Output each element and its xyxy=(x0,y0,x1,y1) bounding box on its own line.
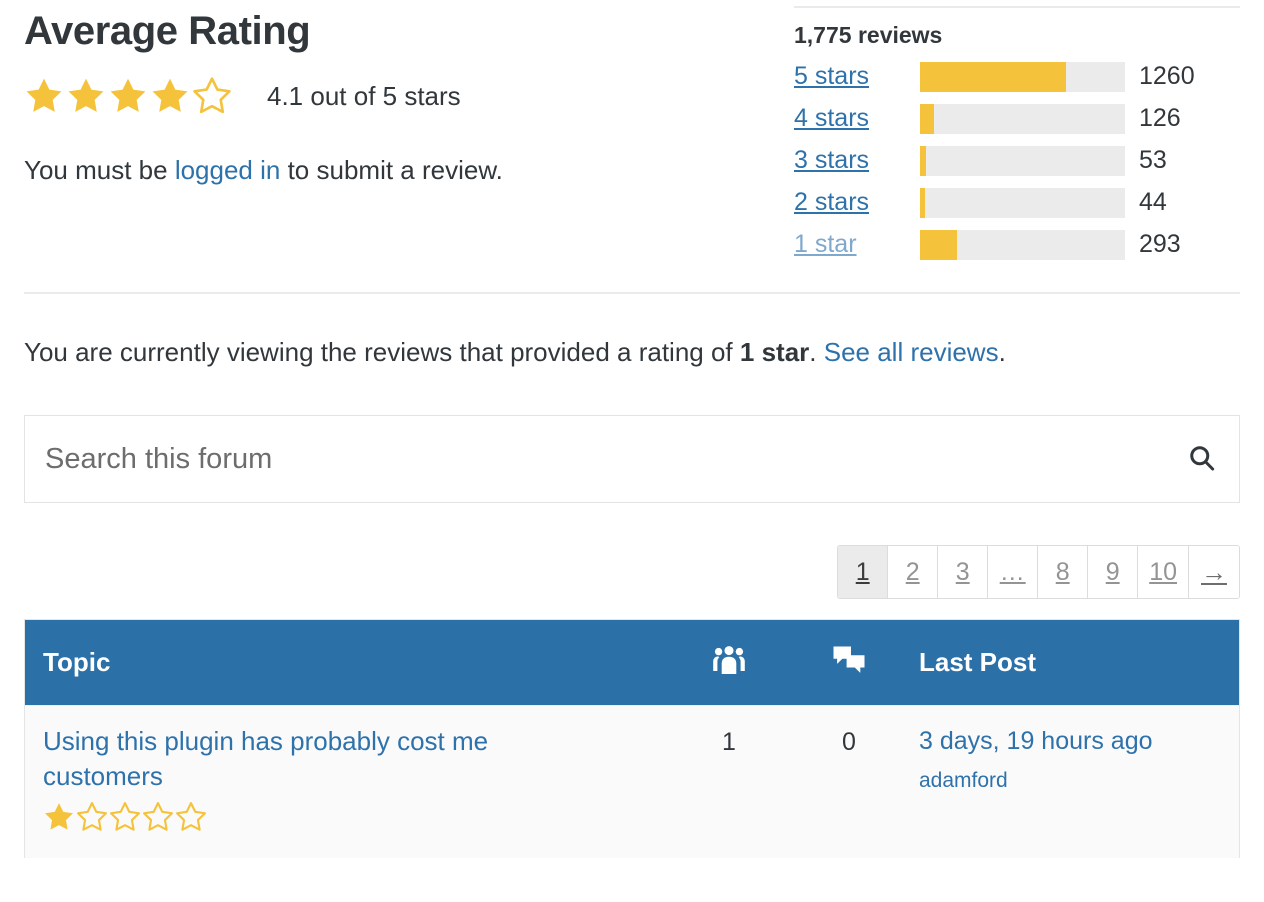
topic-star-rating xyxy=(43,801,207,833)
rating-filter-link-2-stars[interactable]: 2 stars xyxy=(794,190,920,215)
rating-bar-track xyxy=(920,61,1125,92)
column-header-topic[interactable]: Topic xyxy=(25,647,669,678)
rating-bar-count: 1260 xyxy=(1139,62,1195,91)
forum-topics-table: Topic Last Post Using this plugin has pr… xyxy=(24,619,1240,858)
reviews-count-label: 1,775 reviews xyxy=(794,22,943,48)
rating-bar-track xyxy=(920,103,1125,134)
rating-bar-fill xyxy=(920,187,926,218)
rating-filter-link-3-stars[interactable]: 3 stars xyxy=(794,148,920,173)
see-all-reviews-link[interactable]: See all reviews xyxy=(824,337,999,367)
rating-filter-link-5-stars[interactable]: 5 stars xyxy=(794,64,920,89)
rating-bar-count: 293 xyxy=(1139,230,1181,259)
search-submit-button[interactable] xyxy=(1185,443,1219,476)
star-filled-icon xyxy=(68,78,104,112)
rating-summary-left: Average Rating 4.1 out of 5 stars You mu… xyxy=(24,0,794,188)
rating-bar-count: 126 xyxy=(1139,104,1181,133)
login-notice-suffix: to submit a review. xyxy=(280,155,503,185)
last-post-time-link[interactable]: 3 days, 19 hours ago xyxy=(919,726,1239,756)
filter-notice-prefix: You are currently viewing the reviews th… xyxy=(24,336,740,367)
star-filled-icon xyxy=(110,78,146,112)
rating-bar-row: 3 stars 53 xyxy=(794,140,1240,182)
last-post-author-link[interactable]: adamford xyxy=(919,769,1239,793)
rating-summary-section: Average Rating 4.1 out of 5 stars You mu… xyxy=(0,0,1264,266)
cell-last-post: 3 days, 19 hours ago adamford xyxy=(909,724,1239,837)
voices-people-icon xyxy=(712,645,746,680)
rating-bars-list: 5 stars 1260 4 stars 126 3 stars 53 2 stars 44 1… xyxy=(794,56,1240,266)
page-title: Average Rating xyxy=(24,9,311,53)
table-row: Using this plugin has probably cost me c… xyxy=(25,705,1239,858)
rating-bar-row: 2 stars 44 xyxy=(794,182,1240,224)
rating-bar-count: 44 xyxy=(1139,188,1167,217)
average-rating-text: 4.1 out of 5 stars xyxy=(267,81,461,111)
posts-speech-bubbles-icon xyxy=(832,645,866,681)
cell-topic: Using this plugin has probably cost me c… xyxy=(25,724,669,837)
star-filled-icon xyxy=(26,78,62,112)
filter-notice-rating: 1 star xyxy=(739,336,810,367)
search-forum-box[interactable] xyxy=(24,415,1240,504)
average-rating-line: 4.1 out of 5 stars xyxy=(24,76,794,116)
rating-bar-track xyxy=(920,229,1125,260)
rating-bar-fill xyxy=(920,229,957,260)
login-notice: You must be logged in to submit a review… xyxy=(24,154,794,188)
rating-bar-row: 1 star 293 xyxy=(794,224,1240,266)
search-icon xyxy=(1187,443,1217,476)
pagination-page-1[interactable]: 1 xyxy=(838,546,889,599)
pagination-page-2[interactable]: 2 xyxy=(888,546,939,599)
cell-voices-count: 1 xyxy=(722,728,736,757)
rating-bar-row: 4 stars 126 xyxy=(794,98,1240,140)
star-filled-icon xyxy=(152,78,188,112)
breakdown-top-divider xyxy=(794,6,1240,8)
table-body: Using this plugin has probably cost me c… xyxy=(25,705,1239,858)
rating-bar-fill xyxy=(920,103,935,134)
star-empty-icon xyxy=(76,801,108,831)
table-header-row: Topic Last Post xyxy=(25,620,1239,706)
rating-bar-fill xyxy=(920,61,1066,92)
filter-notice-middle: . xyxy=(809,336,824,367)
star-empty-icon xyxy=(175,801,207,831)
pagination-next-button[interactable]: → xyxy=(1189,546,1239,599)
pagination-wrapper: 1 2 3… 8 9 10 → xyxy=(24,545,1240,600)
rating-breakdown: 1,775 reviews 5 stars 1260 4 stars 126 3 sta… xyxy=(794,0,1240,266)
rating-bar-count: 53 xyxy=(1139,146,1167,175)
rating-bar-fill xyxy=(920,145,927,176)
column-header-voices[interactable] xyxy=(669,645,789,680)
filter-notice: You are currently viewing the reviews th… xyxy=(24,336,1240,370)
pagination-page-3[interactable]: 3 xyxy=(938,546,989,599)
star-empty-icon xyxy=(193,77,231,114)
rating-filter-link-1-star[interactable]: 1 star xyxy=(794,232,920,257)
pagination-page-8[interactable]: 8 xyxy=(1038,546,1089,599)
pagination-ellipsis: … xyxy=(988,546,1039,599)
pagination-page-9[interactable]: 9 xyxy=(1088,546,1139,599)
pagination-page-10[interactable]: 10 xyxy=(1138,546,1189,599)
column-header-posts[interactable] xyxy=(789,645,909,681)
topic-title-link[interactable]: Using this plugin has probably cost me c… xyxy=(43,724,603,794)
star-filled-icon xyxy=(45,802,73,830)
average-star-rating xyxy=(24,76,232,116)
search-input[interactable] xyxy=(43,416,1185,503)
star-empty-icon xyxy=(142,801,174,831)
rating-bar-track xyxy=(920,187,1125,218)
rating-filter-link-4-stars[interactable]: 4 stars xyxy=(794,106,920,131)
logged-in-link[interactable]: logged in xyxy=(175,155,281,185)
star-empty-icon xyxy=(109,801,141,831)
login-notice-prefix: You must be xyxy=(24,155,175,185)
cell-posts-count: 0 xyxy=(842,728,856,757)
rating-bar-track xyxy=(920,145,1125,176)
section-divider xyxy=(24,291,1240,294)
column-header-last-post[interactable]: Last Post xyxy=(909,647,1239,678)
rating-bar-row: 5 stars 1260 xyxy=(794,56,1240,98)
filter-notice-suffix: . xyxy=(998,336,1006,367)
pagination: 1 2 3… 8 9 10 → xyxy=(837,545,1240,600)
